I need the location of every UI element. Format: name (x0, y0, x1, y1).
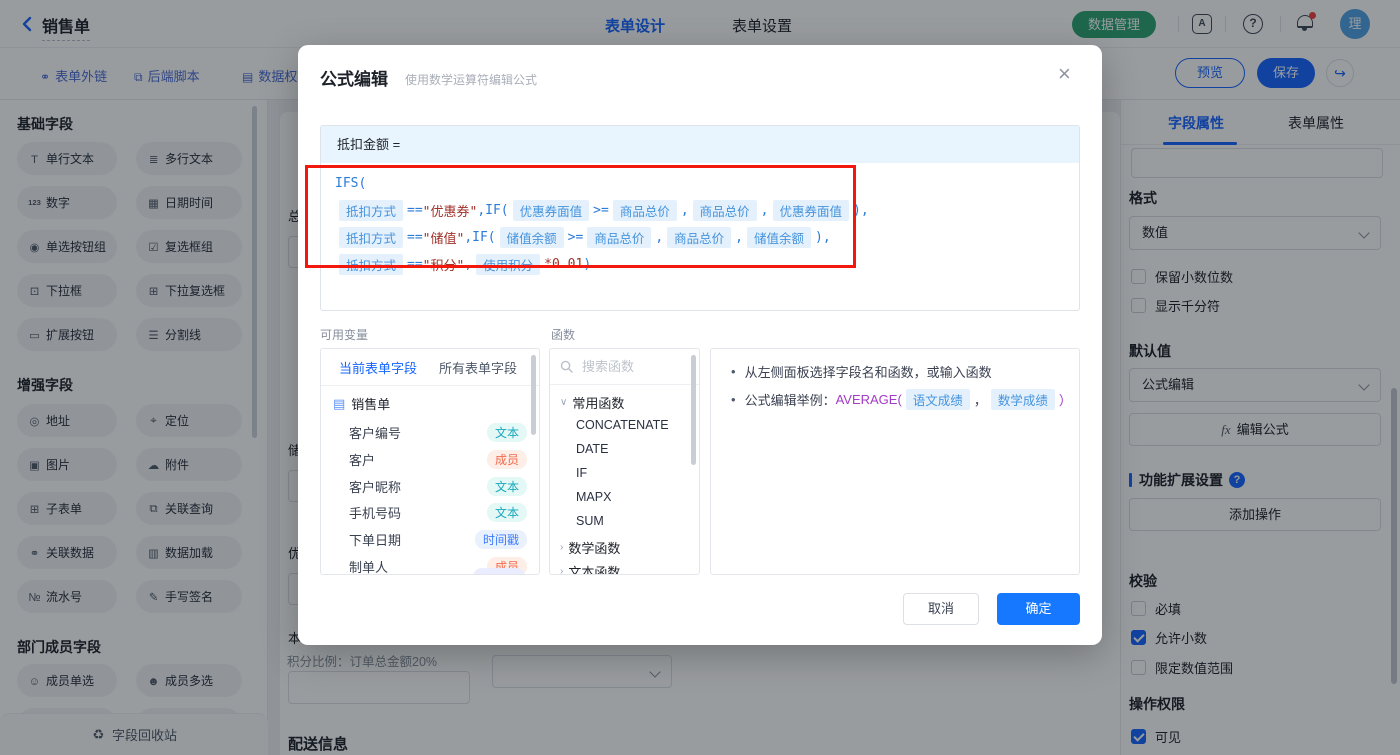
tab-current-form-fields[interactable]: 当前表单字段 (339, 358, 417, 377)
chevron-down-icon: ∨ (560, 397, 567, 408)
form-designer-app: 销售单 表单设计 表单设置 数据管理 A ? 理 ⚭表单外链 ⧉后端脚本 ▤数据… (0, 0, 1400, 755)
functions-scrollbar[interactable] (691, 355, 696, 465)
formula-line: 抵扣方式 =="积分", 使用积分 *0.01) (335, 251, 1065, 278)
segment-str: "储值" (423, 228, 465, 247)
segment-field: 抵扣方式 (339, 200, 403, 221)
form-file-icon: ▤ (333, 396, 345, 412)
segment-fieldt: 语文成绩 (906, 389, 970, 410)
tip-example-line: • 公式编辑举例：AVERAGE( 语文成绩，数学成绩） (731, 389, 1072, 410)
segment-field: 抵扣方式 (339, 254, 403, 275)
segment-field: 抵扣方式 (339, 227, 403, 248)
function-item[interactable]: MAPX (576, 490, 611, 504)
segment-kw: ) (583, 257, 591, 272)
segment-field: 商品总价 (587, 227, 651, 248)
function-item[interactable]: DATE (576, 442, 608, 456)
variables-tabs: 当前表单字段 所有表单字段 (321, 349, 539, 386)
segment-field: 储值余额 (747, 227, 811, 248)
confirm-button[interactable]: 确定 (997, 593, 1080, 625)
functions-panel: ∨常用函数 CONCATENATE DATE IF MAPX SUM ›数学函数… (549, 348, 700, 575)
segment-kw: ,IF( (464, 230, 495, 245)
search-icon (560, 360, 573, 373)
segment-field: 使用积分 (476, 254, 540, 275)
tab-all-form-fields[interactable]: 所有表单字段 (439, 358, 517, 377)
variables-panel: 当前表单字段 所有表单字段 ▤销售单 客户编号文本 客户成员 客户昵称文本 手机… (320, 348, 540, 575)
formula-line: 抵扣方式=="优惠券",IF(优惠券面值>=商品总价,商品总价,优惠券面值), (335, 197, 1065, 224)
function-group-common[interactable]: ∨常用函数 (560, 393, 624, 412)
type-badge: 时间戳 (475, 530, 527, 549)
formula-line: 抵扣方式=="储值",IF(储值余额>=商品总价,商品总价,储值余额), (335, 224, 1065, 251)
segment-kw: , (464, 257, 472, 272)
segment-kw: == (407, 230, 423, 245)
type-badge: 文本 (487, 477, 527, 496)
segment-kw: , (655, 230, 663, 245)
variable-row[interactable]: 客户昵称文本 (349, 474, 529, 498)
formula-editor[interactable]: 抵扣金额 = IFS( 抵扣方式=="优惠券",IF(优惠券面值>=商品总价,商… (320, 125, 1080, 311)
segment-str: "积分" (423, 255, 465, 274)
modal-title: 公式编辑 (320, 65, 388, 90)
variables-label: 可用变量 (320, 326, 368, 343)
segment-kw: ), (853, 203, 869, 218)
segment-kw: , (681, 203, 689, 218)
formula-line: IFS( (335, 170, 1065, 197)
segment-field: 商品总价 (613, 200, 677, 221)
search-function-input[interactable] (580, 358, 680, 375)
formula-target: 抵扣金额 = (321, 126, 1079, 163)
segment-str: "优惠券" (423, 201, 478, 220)
segment-kw: ,IF( (477, 203, 508, 218)
segment-fn: ） (1059, 390, 1072, 409)
variable-row[interactable]: 下单日期时间戳 (349, 527, 529, 551)
segment-field: 储值余额 (500, 227, 564, 248)
type-badge: 成员 (487, 450, 527, 469)
segment-fn: AVERAGE( (836, 392, 902, 407)
segment-kw: , (761, 203, 769, 218)
tip-line: •从左侧面板选择字段名和函数，或输入函数 (731, 362, 992, 381)
type-badge: 文本 (487, 423, 527, 442)
function-group-text[interactable]: ›文本函数 (560, 562, 620, 575)
bullet: • (731, 364, 736, 379)
segment-field: 商品总价 (667, 227, 731, 248)
segment-field: 商品总价 (693, 200, 757, 221)
chevron-right-icon: › (560, 566, 563, 575)
segment-str: *0.01 (544, 257, 583, 272)
segment-kw: == (407, 257, 423, 272)
chevron-right-icon: › (560, 542, 563, 553)
variable-row[interactable]: 客户编号文本 (349, 420, 529, 444)
type-badge: 文本 (487, 503, 527, 522)
function-item[interactable]: SUM (576, 514, 604, 528)
variable-row[interactable]: 手机号码文本 (349, 500, 529, 524)
segment-field: 优惠券面值 (513, 200, 590, 221)
segment-kw: >= (593, 203, 609, 218)
tips-panel: •从左侧面板选择字段名和函数，或输入函数 • 公式编辑举例：AVERAGE( 语文成… (710, 348, 1080, 575)
segment-plain: 公式编辑举例： (745, 390, 836, 409)
modal-subtitle: 使用数学运算符编辑公式 (405, 71, 537, 88)
segment-kw: ), (815, 230, 831, 245)
variable-row[interactable]: 客户成员 (349, 447, 529, 471)
segment-field: 优惠券面值 (773, 200, 850, 221)
close-icon[interactable]: × (1058, 61, 1071, 87)
segment-plain: ， (974, 390, 987, 409)
functions-label: 函数 (551, 326, 575, 343)
segment-kw: IFS( (335, 176, 366, 191)
function-search (550, 349, 699, 385)
variables-form-node[interactable]: ▤销售单 (333, 394, 390, 413)
segment-fieldt: 数学成绩 (991, 389, 1055, 410)
function-item[interactable]: IF (576, 466, 587, 480)
function-item[interactable]: CONCATENATE (576, 418, 669, 432)
variables-scrollbar[interactable] (531, 355, 536, 435)
formula-body[interactable]: IFS( 抵扣方式=="优惠券",IF(优惠券面值>=商品总价,商品总价,优惠券… (321, 163, 1079, 285)
bullet: • (731, 392, 736, 407)
clipped-badge (473, 568, 525, 575)
segment-kw: , (735, 230, 743, 245)
segment-kw: >= (568, 230, 584, 245)
segment-kw: == (407, 203, 423, 218)
formula-editor-modal: 公式编辑 使用数学运算符编辑公式 × 抵扣金额 = IFS( 抵扣方式=="优惠… (298, 45, 1102, 645)
function-group-math[interactable]: ›数学函数 (560, 538, 620, 557)
cancel-button[interactable]: 取消 (903, 593, 979, 625)
